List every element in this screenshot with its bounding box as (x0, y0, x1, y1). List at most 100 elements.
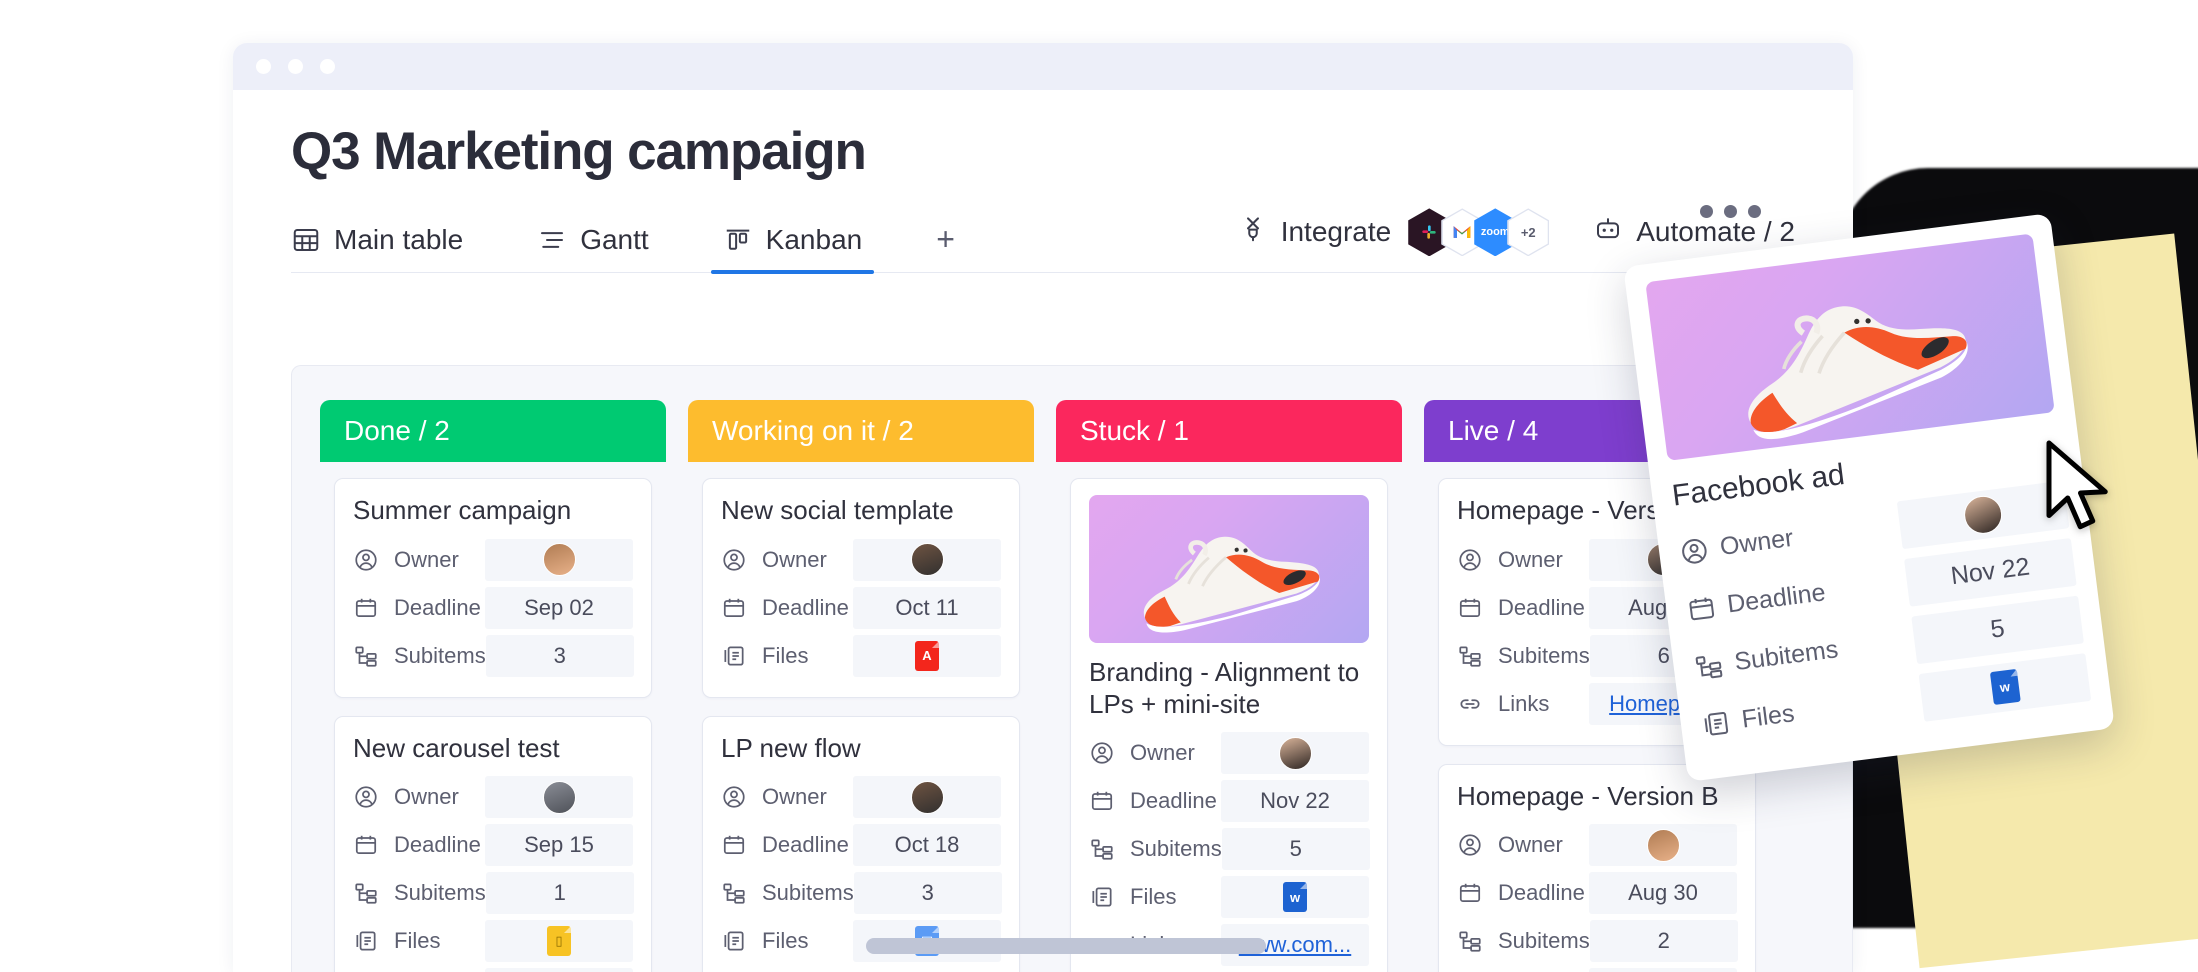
card-field-deadline[interactable]: Deadline Oct 18 (721, 824, 1001, 867)
kanban-card[interactable]: Homepage - Version B Owner Deadline Aug … (1438, 763, 1756, 972)
integrate-button[interactable]: Integrate zoom +2 (1238, 208, 1550, 257)
field-value[interactable]: Nov 22 (1903, 537, 2077, 607)
field-value[interactable]: My doc (485, 968, 633, 972)
kanban-card[interactable]: Branding - Alignment to LPs + mini-site … (1070, 478, 1388, 972)
field-value[interactable]: 2 (1589, 920, 1738, 963)
screenshot-stage: Q3 Marketing campaign Main table Gantt K… (0, 0, 2198, 972)
column-body: Summer campaign Owner Deadline Sep 02 Su… (320, 462, 666, 972)
tab-kanban[interactable]: Kanban (710, 224, 874, 275)
field-value[interactable]: Sep 15 (485, 824, 633, 867)
person-icon (1678, 534, 1712, 568)
card-field-deadline[interactable]: Deadline Aug 30 (1457, 872, 1737, 915)
card-field-owner[interactable]: Owner (721, 538, 1001, 581)
field-value[interactable]: Aug 30 (1589, 872, 1737, 915)
mouse-cursor (2040, 438, 2118, 543)
card-field-deadline[interactable]: Deadline Oct 11 (721, 586, 1001, 629)
field-value[interactable]: w (1221, 876, 1369, 919)
dot (1724, 205, 1737, 218)
card-field-files[interactable]: Files ▯ (1457, 968, 1737, 972)
files-icon (721, 928, 751, 954)
field-value[interactable]: ▯ (1589, 968, 1737, 972)
subitems-icon (353, 880, 383, 906)
window-minimize-dot[interactable] (288, 59, 303, 74)
field-value[interactable]: A (853, 634, 1001, 677)
avatar (1278, 736, 1312, 770)
field-value[interactable]: 3 (853, 872, 1002, 915)
more-integrations-icon[interactable]: +2 (1507, 208, 1550, 257)
card-field-deadline[interactable]: Deadline Sep 15 (353, 824, 633, 867)
field-value[interactable]: w (1918, 652, 2092, 722)
field-label: Subitems (1130, 836, 1222, 862)
integration-icon-stack[interactable]: zoom +2 (1408, 208, 1550, 257)
field-label: Files (762, 928, 809, 954)
kanban-card[interactable]: New social template Owner Deadline Oct 1… (702, 478, 1020, 698)
card-field-files[interactable]: Files A (721, 634, 1001, 677)
column-header: Done / 2 (320, 400, 666, 462)
field-value[interactable]: ▯ (485, 920, 633, 963)
kanban-board: Done / 2 Summer campaign Owner Deadline … (291, 365, 1853, 972)
field-value[interactable] (485, 776, 633, 819)
window-maximize-dot[interactable] (320, 59, 335, 74)
card-field-subitems[interactable]: Subitems 3 (721, 872, 1002, 915)
calendar-icon (1089, 788, 1119, 814)
tab-main-table[interactable]: Main table (291, 224, 463, 272)
card-field-links[interactable]: Links My doc (353, 968, 633, 972)
window-close-dot[interactable] (256, 59, 271, 74)
field-value[interactable]: Sep 02 (485, 586, 633, 629)
card-field-subitems[interactable]: Subitems 3 (353, 634, 634, 677)
card-field-files[interactable]: Files ▯ (353, 920, 633, 963)
field-label: Deadline (762, 594, 849, 620)
field-label: Files (1130, 884, 1177, 910)
subitems-icon (1457, 928, 1487, 954)
field-value[interactable] (853, 538, 1001, 581)
app-window: Q3 Marketing campaign Main table Gantt K… (233, 43, 1853, 972)
card-field-owner[interactable]: Owner (1457, 824, 1737, 867)
field-value[interactable]: 5 (1221, 828, 1370, 871)
card-field-deadline[interactable]: Deadline Nov 22 (1089, 780, 1369, 823)
card-field-owner[interactable]: Owner (353, 538, 633, 581)
field-value[interactable]: Nov 22 (1221, 780, 1369, 823)
field-value[interactable]: 3 (485, 634, 634, 677)
field-value[interactable]: 5 (1911, 595, 2084, 664)
card-field-owner[interactable]: Owner (1089, 732, 1369, 775)
card-field-subitems[interactable]: Subitems 2 (1457, 920, 1738, 963)
field-value[interactable] (1221, 732, 1369, 775)
subitems-icon (1692, 649, 1726, 683)
field-value[interactable] (1589, 824, 1737, 867)
person-icon (1457, 547, 1487, 573)
field-label: Subitems (762, 880, 854, 906)
card-field-subitems[interactable]: Subitems 5 (1089, 828, 1370, 871)
kanban-column-done: Done / 2 Summer campaign Owner Deadline … (320, 400, 666, 972)
card-field-owner[interactable]: Owner (721, 776, 1001, 819)
field-label: Deadline (762, 832, 849, 858)
field-value[interactable]: Oct 18 (853, 824, 1001, 867)
card-field-subitems[interactable]: Subitems 1 (353, 872, 634, 915)
kanban-card[interactable]: LP new flow Owner Deadline Oct 18 Subite… (702, 715, 1020, 972)
subitems-icon (721, 880, 751, 906)
avatar (1961, 493, 2005, 536)
field-value[interactable] (853, 776, 1001, 819)
files-icon (1699, 707, 1733, 741)
kanban-card[interactable]: Summer campaign Owner Deadline Sep 02 Su… (334, 478, 652, 698)
field-value[interactable] (485, 538, 633, 581)
dot (1748, 205, 1761, 218)
add-view-button[interactable]: + (936, 221, 955, 272)
field-value[interactable]: 1 (485, 872, 634, 915)
card-title: Homepage - Version B (1457, 780, 1719, 811)
column-horizontal-scrollbar[interactable] (866, 938, 1266, 954)
kanban-card[interactable]: New carousel test Owner Deadline Sep 15 … (334, 715, 652, 972)
automate-button[interactable]: Automate / 2 (1593, 214, 1795, 251)
card-field-owner[interactable]: Owner (353, 776, 633, 819)
more-options-button[interactable] (1700, 205, 1761, 218)
field-value[interactable]: Oct 11 (853, 586, 1001, 629)
pdf-file-icon: A (915, 640, 939, 671)
kanban-column-working-on-it: Working on it / 2 New social template Ow… (688, 400, 1034, 972)
subitems-icon (1457, 643, 1487, 669)
column-header: Working on it / 2 (688, 400, 1034, 462)
automate-label: Automate / 2 (1636, 216, 1795, 248)
card-field-files[interactable]: Files w (1089, 876, 1369, 919)
tab-gantt[interactable]: Gantt (537, 224, 649, 272)
field-label: Links (1498, 690, 1550, 716)
card-field-deadline[interactable]: Deadline Sep 02 (353, 586, 633, 629)
field-label: Deadline (394, 594, 481, 620)
